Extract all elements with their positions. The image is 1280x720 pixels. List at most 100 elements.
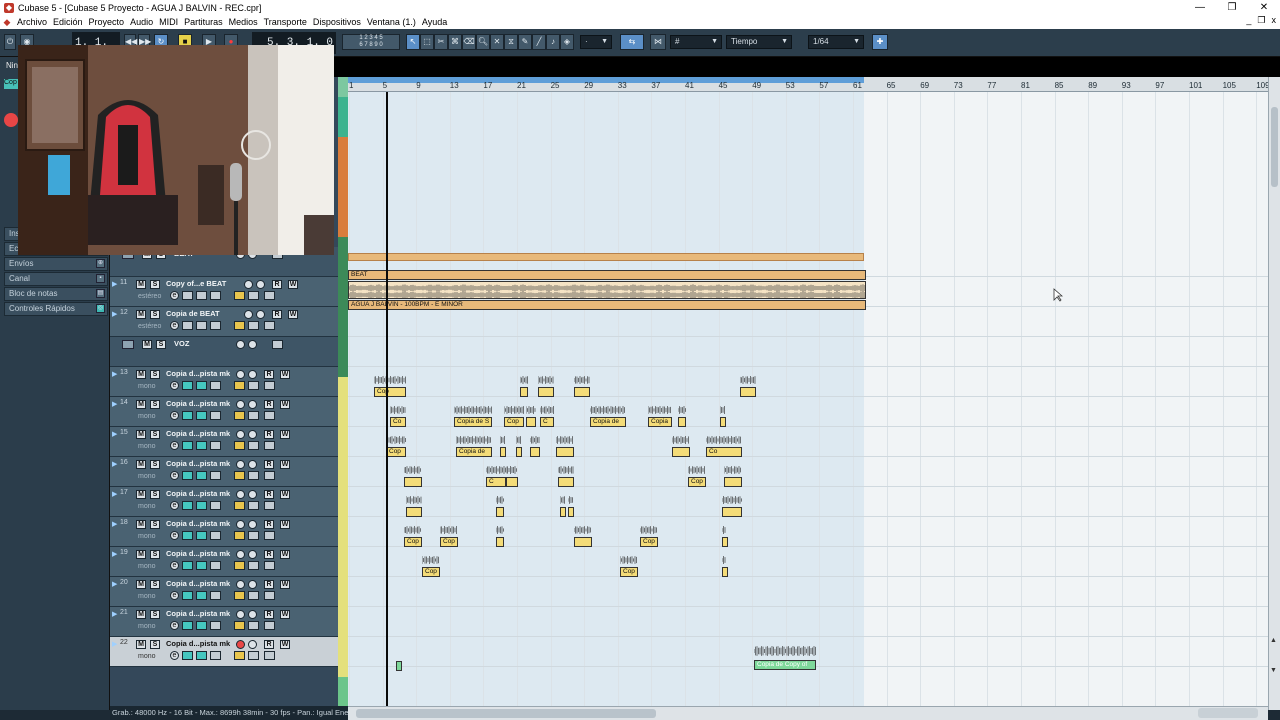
audio-event[interactable]: Copia de S bbox=[454, 417, 492, 427]
edit-channel-button[interactable]: e bbox=[170, 411, 179, 420]
horizontal-zoom-slider[interactable] bbox=[1198, 708, 1258, 718]
audio-event[interactable] bbox=[574, 387, 590, 397]
audio-event-waveform[interactable] bbox=[672, 435, 690, 445]
lock-icon[interactable] bbox=[248, 321, 259, 330]
timebase-note-icon[interactable] bbox=[234, 501, 245, 510]
audio-event-waveform[interactable] bbox=[496, 495, 504, 505]
solo-button[interactable]: S bbox=[150, 610, 160, 619]
menu-proyecto[interactable]: Proyecto bbox=[86, 17, 128, 27]
track-name[interactable]: Copy of...e BEAT bbox=[166, 279, 226, 288]
read-automation-button[interactable]: R bbox=[264, 580, 274, 589]
edit-channel-button[interactable]: e bbox=[170, 651, 179, 660]
audio-event[interactable] bbox=[496, 507, 504, 517]
solo-button[interactable]: S bbox=[150, 310, 160, 319]
menu-midi[interactable]: MIDI bbox=[156, 17, 181, 27]
audio-track[interactable]: ▶ 18 M S Copia d...pista mk R Wmono e bbox=[110, 517, 338, 547]
audio-track[interactable]: ▶ 19 M S Copia d...pista mk R Wmono e bbox=[110, 547, 338, 577]
menu-medios[interactable]: Medios bbox=[226, 17, 261, 27]
record-arm-button[interactable] bbox=[236, 610, 245, 619]
monitor-button[interactable] bbox=[248, 340, 257, 349]
audio-event-waveform[interactable] bbox=[574, 375, 590, 385]
track-name[interactable]: Copia d...pista mk bbox=[166, 639, 230, 648]
mdi-close-button[interactable]: x bbox=[1272, 15, 1277, 26]
timebase-note-icon[interactable] bbox=[234, 561, 245, 570]
audio-event-waveform[interactable] bbox=[520, 375, 528, 385]
grid-type-select[interactable]: Tiempo ▼ bbox=[726, 35, 792, 49]
menu-audio[interactable]: Audio bbox=[127, 17, 156, 27]
lanes-icon[interactable] bbox=[264, 441, 275, 450]
color-tool-icon[interactable]: ◈ bbox=[560, 34, 574, 50]
eq-bypass-icon[interactable] bbox=[210, 621, 221, 630]
record-arm-button[interactable] bbox=[236, 340, 245, 349]
lock-icon[interactable] bbox=[248, 561, 259, 570]
audio-track[interactable]: ▶ 13 M S Copia d...pista mk R Wmono e bbox=[110, 367, 338, 397]
timebase-note-icon[interactable] bbox=[234, 471, 245, 480]
menu-partituras[interactable]: Partituras bbox=[181, 17, 226, 27]
eq-bypass-icon[interactable] bbox=[210, 651, 221, 660]
sends-bypass-icon[interactable] bbox=[196, 531, 207, 540]
audio-event-waveform[interactable] bbox=[574, 525, 592, 535]
audio-event-waveform[interactable] bbox=[540, 405, 554, 415]
write-automation-button[interactable]: W bbox=[280, 520, 290, 529]
lock-icon[interactable] bbox=[248, 591, 259, 600]
lock-icon[interactable] bbox=[248, 441, 259, 450]
audio-track[interactable]: ▶ 22 M S Copia d...pista mk R Wmono e bbox=[110, 637, 338, 667]
snap-button[interactable]: ⋈ bbox=[650, 34, 666, 50]
lanes-icon[interactable] bbox=[264, 621, 275, 630]
insert-bypass-icon[interactable] bbox=[182, 291, 193, 300]
audio-event[interactable] bbox=[722, 537, 728, 547]
envios-toggle-icon[interactable]: ⊕ bbox=[96, 259, 105, 268]
lock-icon[interactable] bbox=[248, 531, 259, 540]
insert-bypass-icon[interactable] bbox=[182, 501, 193, 510]
recorded-event-small[interactable] bbox=[396, 661, 402, 671]
sends-bypass-icon[interactable] bbox=[196, 471, 207, 480]
eq-bypass-icon[interactable] bbox=[210, 291, 221, 300]
record-arm-button[interactable] bbox=[236, 520, 245, 529]
audio-event-waveform[interactable] bbox=[590, 405, 626, 415]
range-tool-icon[interactable]: ⬚ bbox=[420, 34, 434, 50]
folder-track[interactable]: M S VOZ bbox=[110, 337, 338, 367]
mute-button[interactable]: M bbox=[136, 370, 146, 379]
solo-button[interactable]: S bbox=[150, 400, 160, 409]
audio-track[interactable]: ▶ 20 M S Copia d...pista mk R Wmono e bbox=[110, 577, 338, 607]
audio-event[interactable] bbox=[724, 477, 742, 487]
read-automation-button[interactable]: R bbox=[272, 280, 282, 289]
monitor-button[interactable] bbox=[248, 640, 257, 649]
write-automation-button[interactable]: W bbox=[280, 400, 290, 409]
play-tool-icon[interactable]: ♪ bbox=[546, 34, 560, 50]
audio-track[interactable]: ▶ 11 M S Copy of...e BEAT R Westéreo e bbox=[110, 277, 338, 307]
mute-button[interactable]: M bbox=[136, 400, 146, 409]
solo-button[interactable]: S bbox=[150, 580, 160, 589]
audio-track[interactable]: ▶ 16 M S Copia d...pista mk R Wmono e bbox=[110, 457, 338, 487]
autoscroll-button[interactable]: ⇆ bbox=[620, 34, 644, 50]
audio-event-waveform[interactable] bbox=[406, 495, 422, 505]
mute-button[interactable]: M bbox=[142, 340, 152, 349]
audio-event-waveform[interactable] bbox=[640, 525, 658, 535]
audio-event[interactable]: Cop bbox=[640, 537, 658, 547]
audio-event[interactable] bbox=[496, 537, 504, 547]
mute-button[interactable]: M bbox=[136, 550, 146, 559]
numbers-icon[interactable]: 1 2 3 4 56 7 8 9 0 bbox=[342, 34, 400, 50]
write-automation-button[interactable]: W bbox=[280, 640, 290, 649]
audio-event-waveform[interactable] bbox=[706, 435, 742, 445]
audio-event[interactable]: Copia bbox=[648, 417, 672, 427]
sends-bypass-icon[interactable] bbox=[196, 411, 207, 420]
lanes-icon[interactable] bbox=[264, 411, 275, 420]
solo-button[interactable]: S bbox=[150, 370, 160, 379]
copy-beat-event[interactable] bbox=[348, 281, 866, 299]
audio-event[interactable]: Copia de bbox=[456, 447, 492, 457]
lanes-icon[interactable] bbox=[264, 501, 275, 510]
solo-button[interactable]: S bbox=[150, 280, 160, 289]
lock-icon[interactable] bbox=[248, 621, 259, 630]
zoom-down-icon[interactable]: ▼ bbox=[1270, 667, 1277, 674]
audio-event-waveform[interactable] bbox=[374, 375, 406, 385]
eq-bypass-icon[interactable] bbox=[210, 381, 221, 390]
lock-icon[interactable] bbox=[248, 291, 259, 300]
inspector-copy-label[interactable]: Cop bbox=[4, 79, 18, 89]
audio-event[interactable] bbox=[538, 387, 554, 397]
track-name[interactable]: Copia d...pista mk bbox=[166, 519, 230, 528]
audio-event-waveform[interactable] bbox=[500, 435, 506, 445]
menu-transporte[interactable]: Transporte bbox=[261, 17, 310, 27]
monitor-button[interactable] bbox=[248, 520, 257, 529]
track-name[interactable]: VOZ bbox=[174, 339, 189, 348]
